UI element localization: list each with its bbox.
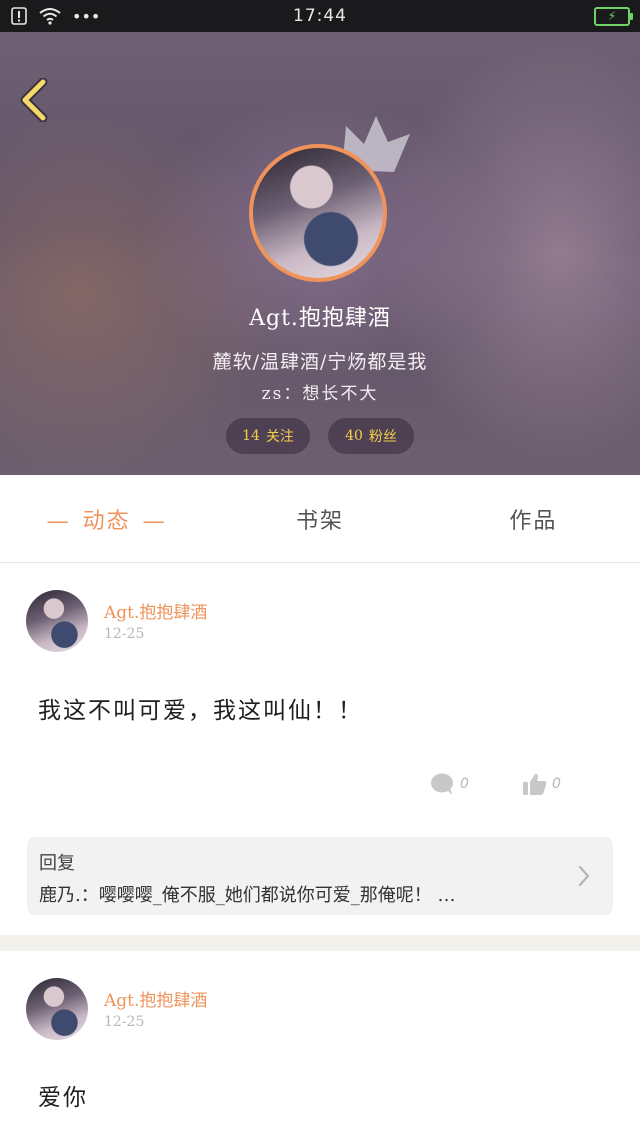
profile-username: Agt.抱抱肆酒 [249,306,391,331]
like-count: 0 [552,776,561,792]
more-dots-icon: ••• [72,6,101,26]
following-count: 14 [242,428,260,444]
comment-count: 0 [460,776,469,792]
following-label: 关注 [265,429,294,445]
tab-dash-left: — [46,508,71,534]
thumbs-up-icon [523,773,547,795]
status-bar: ••• 17:44 ⚡ [0,0,640,32]
comment-icon [431,773,453,795]
tab-moments[interactable]: — 动态 — [0,503,213,535]
followers-button[interactable]: 40 粉丝 [328,418,414,454]
reply-preview[interactable]: 回复 鹿乃.：嘤嘤嘤_俺不服_她们都说你可爱_那俺呢！ … [27,837,613,915]
post-author-avatar[interactable] [26,590,88,652]
status-icons-left: ••• [10,7,100,26]
battery-charging-icon: ⚡ [594,6,633,26]
reply-text: 鹿乃.：嘤嘤嘤_俺不服_她们都说你可爱_那俺呢！ … [39,885,456,906]
tab-works[interactable]: 作品 [427,503,640,535]
followers-count: 40 [345,428,363,444]
profile-bio-line1: 麓软/温肆酒/宁炀都是我 [212,351,428,373]
profile-header: Agt.抱抱肆酒 麓软/温肆酒/宁炀都是我 zs：想长不大 14 关注 40 粉… [0,32,640,475]
comment-button[interactable]: 0 [430,772,469,796]
followers-label: 粉丝 [368,429,397,445]
back-button[interactable] [14,76,54,124]
following-button[interactable]: 14 关注 [226,418,310,454]
tab-bookshelf[interactable]: 书架 [213,503,426,535]
tab-moments-label: 动态 [82,508,131,534]
post-date: 12-25 [104,1014,145,1030]
sim-alert-icon [10,7,28,25]
post-author-name[interactable]: Agt.抱抱肆酒 [104,598,207,623]
post-date: 12-25 [104,626,145,642]
chevron-left-icon [20,78,48,122]
tab-works-label: 作品 [509,508,558,534]
profile-tabs: — 动态 — 书架 作品 [0,475,640,563]
post-divider [0,935,640,951]
wifi-icon [38,7,62,25]
tab-dash-right: — [142,508,167,534]
profile-bio-line2: zs：想长不大 [261,384,379,404]
profile-avatar[interactable] [249,144,387,282]
post-actions: 0 0 [0,772,640,802]
reply-title: 回复 [39,853,75,874]
post-author-name[interactable]: Agt.抱抱肆酒 [104,986,207,1011]
post-content: 我这不叫可爱，我这叫仙！！ [38,698,363,724]
like-button[interactable]: 0 [522,772,561,796]
tab-bookshelf-label: 书架 [295,508,344,534]
chevron-right-icon [578,865,590,887]
post-author-avatar[interactable] [26,978,88,1040]
post-content: 爱你 [38,1085,88,1111]
